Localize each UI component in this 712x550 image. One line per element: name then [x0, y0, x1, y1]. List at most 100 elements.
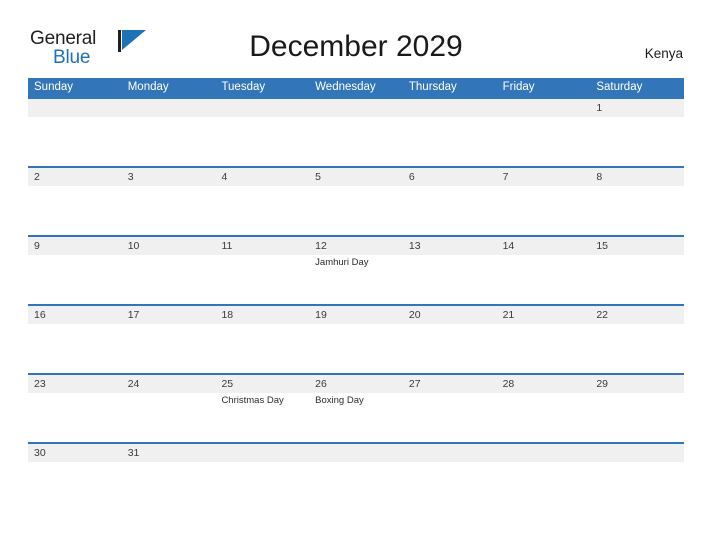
- day-event: [309, 117, 403, 166]
- day-number[interactable]: 23: [28, 375, 122, 393]
- day-event: [497, 186, 591, 235]
- day-event: [403, 117, 497, 166]
- week-event-band: [28, 117, 684, 166]
- day-event: [122, 117, 216, 166]
- day-event: [403, 255, 497, 304]
- day-event-jamhuri-day: Jamhuri Day: [315, 257, 369, 268]
- day-number[interactable]: 27: [403, 375, 497, 393]
- day-number[interactable]: 29: [590, 375, 684, 393]
- day-event: [28, 186, 122, 235]
- day-number[interactable]: 28: [497, 375, 591, 393]
- day-number[interactable]: 9: [28, 237, 122, 255]
- day-event: [309, 186, 403, 235]
- calendar-grid: Sunday Monday Tuesday Wednesday Thursday…: [28, 78, 684, 511]
- day-event: [497, 255, 591, 304]
- day-number[interactable]: 2: [28, 168, 122, 186]
- day-number[interactable]: 13: [403, 237, 497, 255]
- week-event-band: Christmas Day Boxing Day: [28, 393, 684, 442]
- day-number[interactable]: 17: [122, 306, 216, 324]
- day-event: [28, 255, 122, 304]
- weekday-header-row: Sunday Monday Tuesday Wednesday Thursday…: [28, 78, 684, 97]
- day-number[interactable]: [403, 99, 497, 117]
- week-event-band: Jamhuri Day: [28, 255, 684, 304]
- day-number[interactable]: 30: [28, 444, 122, 462]
- day-event: [590, 324, 684, 373]
- day-number[interactable]: 12: [309, 237, 403, 255]
- day-event: [403, 393, 497, 442]
- day-number[interactable]: [497, 99, 591, 117]
- day-event: [122, 462, 216, 511]
- day-event: [309, 462, 403, 511]
- day-number[interactable]: [122, 99, 216, 117]
- day-number[interactable]: 14: [497, 237, 591, 255]
- week-date-band: 16 17 18 19 20 21 22: [28, 306, 684, 324]
- day-number[interactable]: [403, 444, 497, 462]
- day-number[interactable]: 16: [28, 306, 122, 324]
- day-event: [497, 117, 591, 166]
- day-event: [215, 324, 309, 373]
- day-event: [497, 324, 591, 373]
- weekday-header-saturday: Saturday: [596, 81, 643, 93]
- day-event-christmas-day: Christmas Day: [221, 395, 284, 406]
- day-number[interactable]: [28, 99, 122, 117]
- day-number[interactable]: 19: [309, 306, 403, 324]
- day-number[interactable]: [309, 444, 403, 462]
- week-date-band: 2 3 4 5 6 7 8: [28, 168, 684, 186]
- day-number[interactable]: 26: [309, 375, 403, 393]
- week-date-band: 23 24 25 26 27 28 29: [28, 375, 684, 393]
- day-event: [28, 393, 122, 442]
- day-number[interactable]: 15: [590, 237, 684, 255]
- day-number[interactable]: 20: [403, 306, 497, 324]
- day-number[interactable]: 22: [590, 306, 684, 324]
- day-event: [497, 462, 591, 511]
- week-row: 9 10 11 12 13 14 15 Jamhuri Day: [28, 235, 684, 304]
- day-event: [215, 117, 309, 166]
- day-number[interactable]: 11: [215, 237, 309, 255]
- day-event: [215, 186, 309, 235]
- week-row: 2 3 4 5 6 7 8: [28, 166, 684, 235]
- day-event: [590, 255, 684, 304]
- country-label: Kenya: [644, 46, 683, 61]
- day-number[interactable]: 1: [590, 99, 684, 117]
- day-number[interactable]: 24: [122, 375, 216, 393]
- day-number[interactable]: 31: [122, 444, 216, 462]
- day-number[interactable]: [215, 444, 309, 462]
- page-header: General Blue December 2029 Kenya: [0, 0, 712, 78]
- day-number[interactable]: 3: [122, 168, 216, 186]
- week-row: 16 17 18 19 20 21 22: [28, 304, 684, 373]
- week-date-band: 1: [28, 99, 684, 117]
- day-event: [497, 393, 591, 442]
- day-event: [122, 255, 216, 304]
- day-event: [28, 324, 122, 373]
- day-event: [122, 186, 216, 235]
- weekday-header-friday: Friday: [502, 81, 535, 93]
- day-event: [590, 117, 684, 166]
- week-date-band: 9 10 11 12 13 14 15: [28, 237, 684, 255]
- day-number[interactable]: 6: [403, 168, 497, 186]
- day-number[interactable]: [590, 444, 684, 462]
- week-row: 30 31: [28, 442, 684, 511]
- day-event-boxing-day: Boxing Day: [315, 395, 364, 406]
- day-event: [403, 186, 497, 235]
- calendar-page: General Blue December 2029 Kenya Sunday …: [0, 0, 712, 550]
- day-number[interactable]: 4: [215, 168, 309, 186]
- day-number[interactable]: [309, 99, 403, 117]
- day-number[interactable]: 21: [497, 306, 591, 324]
- weekday-header-thursday: Thursday: [408, 81, 457, 93]
- day-number[interactable]: 25: [215, 375, 309, 393]
- day-number[interactable]: 5: [309, 168, 403, 186]
- day-number[interactable]: 7: [497, 168, 591, 186]
- day-event: [122, 393, 216, 442]
- day-number[interactable]: [215, 99, 309, 117]
- day-number[interactable]: 10: [122, 237, 216, 255]
- day-number[interactable]: 8: [590, 168, 684, 186]
- weekday-header-wednesday: Wednesday: [315, 81, 376, 93]
- day-number[interactable]: 18: [215, 306, 309, 324]
- week-date-band: 30 31: [28, 444, 684, 462]
- day-event: [122, 324, 216, 373]
- week-event-band: [28, 324, 684, 373]
- day-event: [309, 324, 403, 373]
- day-event: [215, 462, 309, 511]
- day-number[interactable]: [497, 444, 591, 462]
- page-title: December 2029: [249, 30, 463, 63]
